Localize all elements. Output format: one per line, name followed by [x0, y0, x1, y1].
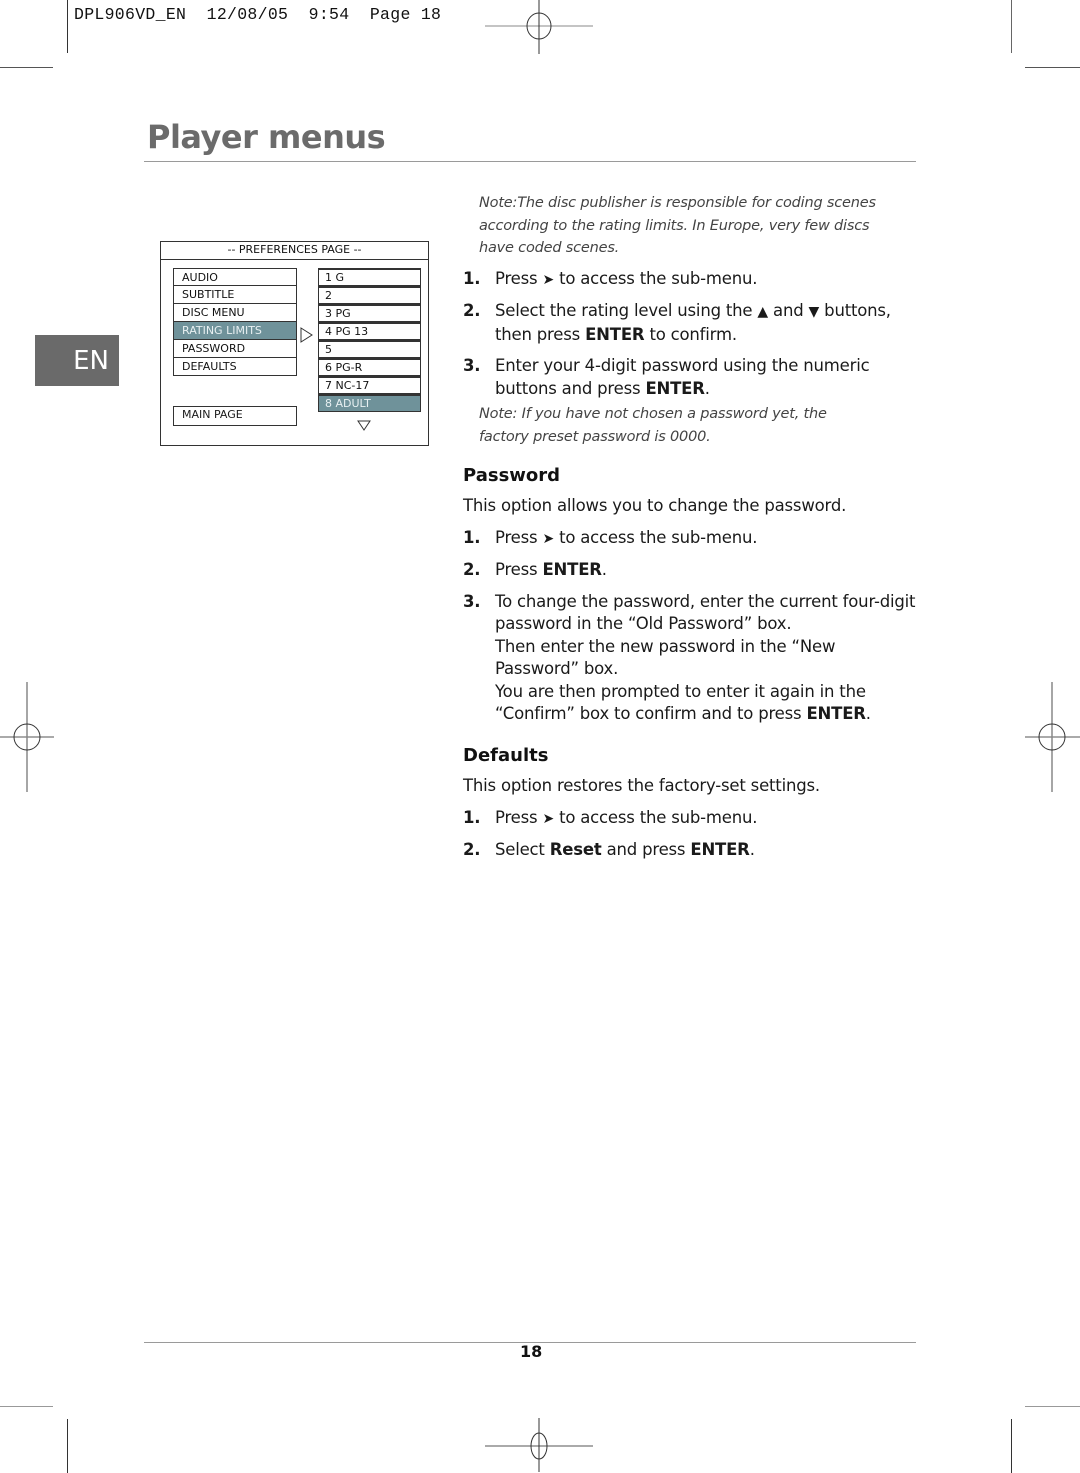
- osd-rating-item: 3 PG: [318, 304, 421, 322]
- password-heading: Password: [463, 465, 561, 486]
- crop-mark: [1011, 0, 1012, 53]
- page-title: Player menus: [147, 118, 386, 156]
- rating-step-1: 1. Press ➤ to access the sub-menu.: [463, 268, 923, 292]
- crop-mark: [67, 1419, 68, 1473]
- title-divider: [144, 161, 916, 162]
- osd-rating-item: 2: [318, 286, 421, 304]
- osd-menu-list: AUDIO SUBTITLE DISC MENU RATING LIMITS P…: [173, 268, 297, 376]
- registration-mark-icon: [0, 682, 54, 792]
- osd-heading: -- PREFERENCES PAGE --: [161, 242, 428, 260]
- password-step-2: 2. Press ENTER.: [463, 560, 607, 579]
- right-arrow-icon: ➤: [542, 271, 555, 288]
- osd-rating-item: 4 PG 13: [318, 322, 421, 340]
- osd-menu-item-rating-limits: RATING LIMITS: [173, 322, 297, 340]
- rating-note: Note:The disc publisher is responsible f…: [479, 195, 876, 256]
- crop-mark: [0, 67, 53, 68]
- rating-step-3: 3. Enter your 4-digit password using the…: [463, 356, 870, 398]
- osd-rating-list: 1 G 2 3 PG 4 PG 13 5 6 PG-R 7 NC-17 8 AD…: [318, 268, 421, 412]
- print-slug: DPL906VD_EN 12/08/05 9:54 Page 18: [74, 5, 442, 24]
- osd-menu-item-subtitle: SUBTITLE: [173, 286, 297, 304]
- crop-mark: [1025, 67, 1080, 68]
- osd-rating-item: 6 PG-R: [318, 358, 421, 376]
- password-default-note: Note: If you have not chosen a password …: [479, 406, 827, 445]
- osd-rating-item: 7 NC-17: [318, 376, 421, 394]
- osd-main-page: MAIN PAGE: [173, 406, 297, 426]
- password-intro: This option allows you to change the pas…: [463, 496, 847, 515]
- defaults-intro: This option restores the factory-set set…: [463, 776, 820, 795]
- defaults-heading: Defaults: [463, 745, 549, 766]
- osd-menu-item-password: PASSWORD: [173, 340, 297, 358]
- registration-mark-icon: [485, 0, 593, 54]
- right-arrow-icon: ➤: [542, 810, 555, 827]
- preferences-osd-diagram: -- PREFERENCES PAGE -- AUDIO SUBTITLE DI…: [160, 241, 429, 446]
- crop-mark: [1011, 1419, 1012, 1473]
- osd-rating-item-selected: 8 ADULT: [318, 394, 421, 412]
- defaults-step-1: 1. Press ➤ to access the sub-menu.: [463, 807, 923, 831]
- defaults-step-2: 2. Select Reset and press ENTER.: [463, 840, 755, 859]
- password-section: Password This option allows you to chang…: [463, 465, 923, 726]
- crop-mark: [0, 1406, 53, 1407]
- crop-mark: [1025, 1406, 1080, 1407]
- osd-rating-item: 1 G: [318, 268, 421, 286]
- defaults-section: Defaults This option restores the factor…: [463, 745, 923, 862]
- registration-mark-icon: [485, 1418, 593, 1472]
- osd-menu-item-disc-menu: DISC MENU: [173, 304, 297, 322]
- rating-step-2: 2. Select the rating level using the ▲ a…: [463, 301, 891, 344]
- password-step-3: 3. To change the password, enter the cur…: [463, 591, 916, 724]
- up-arrow-icon: ▲: [757, 304, 768, 320]
- down-arrow-icon: ▼: [808, 304, 820, 320]
- registration-mark-icon: [1025, 682, 1080, 792]
- page-number: 18: [520, 1342, 543, 1361]
- submenu-arrow-icon: [300, 327, 313, 343]
- rating-limits-section: Note:The disc publisher is responsible f…: [463, 192, 923, 448]
- right-arrow-icon: ➤: [542, 530, 555, 547]
- osd-menu-item-audio: AUDIO: [173, 268, 297, 286]
- osd-rating-item: 5: [318, 340, 421, 358]
- crop-mark: [67, 0, 68, 53]
- scroll-down-arrow-icon: [357, 420, 371, 431]
- osd-menu-item-defaults: DEFAULTS: [173, 358, 297, 376]
- password-step-1: 1. Press ➤ to access the sub-menu.: [463, 527, 923, 551]
- language-tab: EN: [35, 335, 119, 386]
